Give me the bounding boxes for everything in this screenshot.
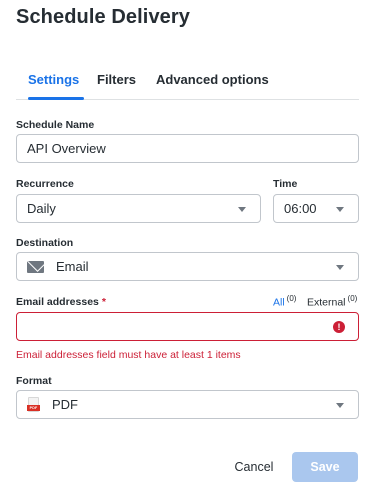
time-select[interactable]: 06:00 [273,194,359,223]
chevron-down-icon [336,207,344,212]
envelope-icon [27,260,44,273]
active-tab-indicator [28,97,84,100]
recurrence-select[interactable]: Daily [16,194,261,223]
chevron-down-icon [238,207,246,212]
dialog-title: Schedule Delivery [16,6,191,28]
pdf-file-icon: PDF [27,396,40,413]
format-select[interactable]: PDF PDF [16,390,359,419]
all-toggle-label: All [273,296,285,309]
external-count: (0) [347,294,358,303]
chevron-down-icon [336,403,344,408]
time-label: Time [273,178,298,190]
destination-select[interactable]: Email [16,252,359,281]
recurrence-value: Daily [27,201,56,216]
email-addresses-label-text: Email addresses [16,296,99,308]
tab-filters[interactable]: Filters [97,72,136,87]
chevron-down-icon [336,265,344,270]
schedule-name-label: Schedule Name [16,119,95,131]
all-count: (0) [286,294,297,303]
cancel-button[interactable]: Cancel [224,454,284,480]
email-addresses-label: Email addresses * [16,296,106,308]
tab-advanced-options[interactable]: Advanced options [156,72,269,87]
time-value: 06:00 [284,201,317,216]
tab-bar: Settings Filters Advanced options [16,62,359,100]
schedule-name-input[interactable]: API Overview [16,134,359,163]
error-icon: ! [333,321,345,333]
recipient-filter-external[interactable]: External (0) [307,294,357,309]
save-button: Save [292,452,358,482]
email-addresses-input[interactable]: ! [16,312,359,341]
recipient-filter-all[interactable]: All (0) [273,294,296,309]
email-addresses-error: Email addresses field must have at least… [16,349,241,361]
format-value: PDF [52,397,78,412]
destination-value: Email [56,259,89,274]
tab-settings[interactable]: Settings [28,72,79,87]
format-label: Format [16,375,52,387]
required-mark: * [101,296,106,308]
schedule-name-value: API Overview [27,141,106,156]
recurrence-label: Recurrence [16,178,74,190]
destination-label: Destination [16,237,74,249]
external-toggle-label: External [307,296,346,309]
